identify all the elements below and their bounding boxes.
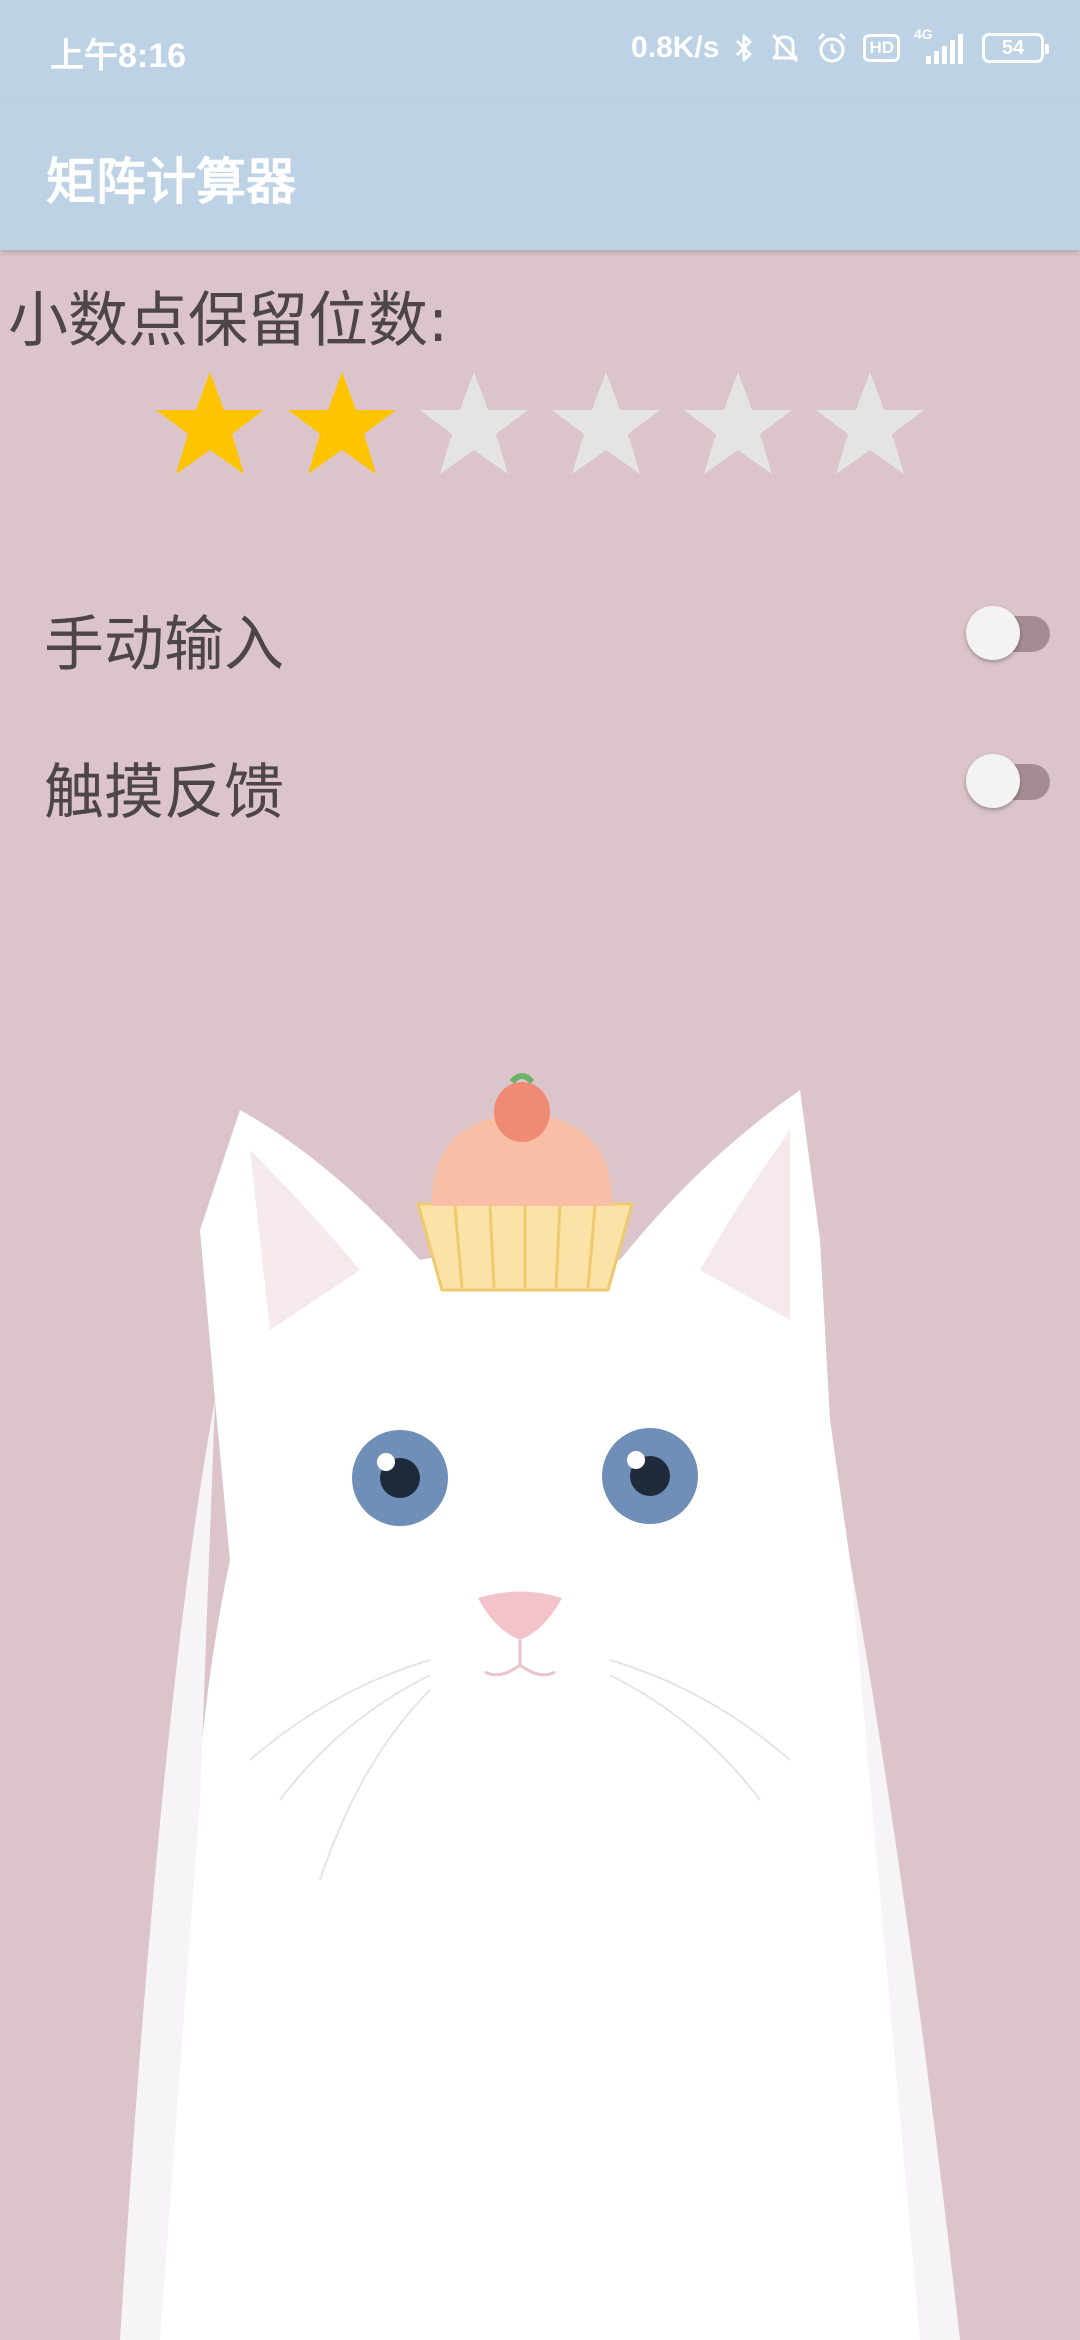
manual-input-label: 手动输入 bbox=[44, 610, 284, 680]
star-empty-icon[interactable] bbox=[414, 368, 534, 480]
switch-thumb bbox=[966, 754, 1020, 808]
status-time: 上午8:16 bbox=[50, 37, 187, 75]
decimal-places-label: 小数点保留位数: bbox=[8, 286, 449, 356]
star-empty-icon[interactable] bbox=[810, 368, 930, 480]
network-speed: 0.8K/s bbox=[631, 31, 720, 64]
star-empty-icon[interactable] bbox=[546, 368, 666, 480]
star-empty-icon[interactable] bbox=[678, 368, 798, 480]
star-filled-icon[interactable] bbox=[150, 368, 270, 480]
cat-cupcake-illustration bbox=[120, 1073, 960, 2340]
switch-thumb bbox=[966, 606, 1020, 660]
status-icons: 0.8K/s HD 4G 54 bbox=[631, 26, 1049, 70]
setting-manual-input: 手动输入 bbox=[0, 572, 1080, 692]
bluetooth-icon bbox=[736, 34, 752, 62]
alarm-icon bbox=[818, 32, 847, 63]
hd-badge: HD bbox=[863, 34, 900, 62]
touch-feedback-label: 触摸反馈 bbox=[44, 758, 284, 828]
app-bar: 矩阵计算器 bbox=[0, 98, 1080, 250]
battery-level: 54 bbox=[1001, 37, 1025, 59]
signal-icon bbox=[926, 34, 963, 64]
battery-icon: 54 bbox=[982, 33, 1049, 63]
app-title: 矩阵计算器 bbox=[46, 153, 296, 211]
touch-feedback-switch[interactable] bbox=[966, 754, 1050, 808]
setting-touch-feedback: 触摸反馈 bbox=[0, 720, 1080, 840]
star-filled-icon[interactable] bbox=[282, 368, 402, 480]
signal-indicator: 4G bbox=[914, 26, 968, 66]
mute-bell-icon bbox=[772, 33, 799, 63]
status-bar: 上午8:16 0.8K/s HD 4G 54 bbox=[0, 0, 1080, 98]
manual-input-switch[interactable] bbox=[966, 606, 1050, 660]
decimal-places-rating[interactable] bbox=[150, 368, 930, 480]
